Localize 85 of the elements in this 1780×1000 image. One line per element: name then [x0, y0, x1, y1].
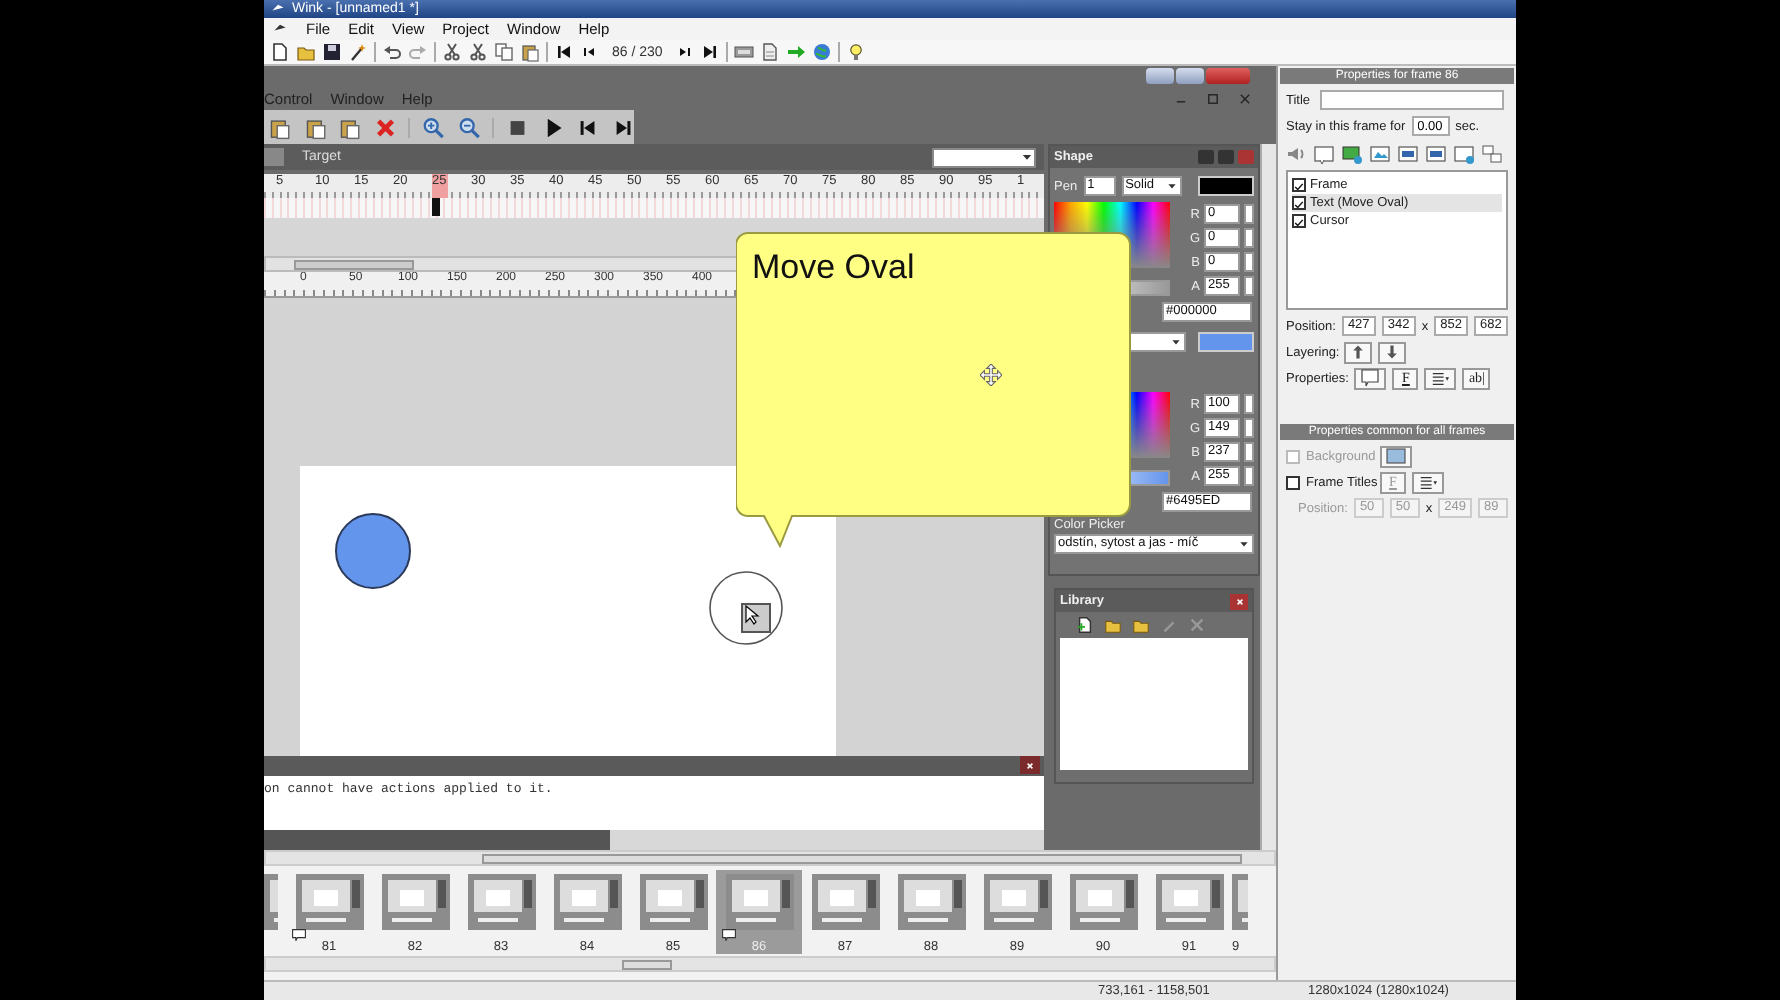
speaker-icon[interactable] [1286, 144, 1306, 164]
image-add-icon[interactable] [1342, 144, 1362, 164]
paste-icon[interactable] [303, 115, 327, 139]
undo-icon[interactable] [382, 42, 402, 62]
checkbox[interactable] [1292, 196, 1306, 210]
document-icon[interactable] [760, 42, 781, 62]
callout-style-button[interactable] [1354, 367, 1387, 389]
down-arrow-icon [1384, 344, 1400, 360]
vertical-scrollbar[interactable] [1260, 144, 1276, 850]
cursor-highlight-drawing[interactable] [708, 570, 784, 646]
wand-icon[interactable] [348, 42, 368, 62]
lightbulb-icon[interactable] [846, 42, 867, 62]
stop-icon[interactable] [506, 115, 530, 139]
zoom-out-icon[interactable] [457, 115, 481, 139]
scissors-icon[interactable] [468, 42, 488, 62]
caret-icon [1170, 336, 1182, 348]
frame-thumbnail[interactable] [1069, 874, 1137, 930]
globe-icon[interactable] [812, 42, 833, 62]
checkbox[interactable] [1286, 475, 1300, 489]
film-icon[interactable] [734, 42, 755, 62]
playhead-marker[interactable] [432, 198, 440, 216]
zoom-in-icon[interactable] [422, 115, 446, 139]
callout-tooltip[interactable] [736, 232, 1131, 547]
frame-thumbnail[interactable] [639, 874, 707, 930]
last-frame-icon[interactable] [700, 42, 721, 62]
title-field[interactable] [1320, 90, 1504, 110]
caret-icon [1020, 150, 1034, 164]
horizontal-scrollbar[interactable] [264, 850, 1276, 866]
frame-thumbnail[interactable] [381, 874, 449, 930]
horizontal-scrollbar[interactable] [264, 956, 1276, 972]
speech-bubble-icon[interactable] [1314, 144, 1334, 164]
delete-icon[interactable] [373, 115, 397, 139]
save-icon[interactable] [322, 42, 342, 62]
checkbox[interactable] [1292, 214, 1306, 228]
frame-thumbnail[interactable] [983, 874, 1051, 930]
image-icon [1386, 446, 1406, 466]
frames-icon[interactable] [1482, 144, 1502, 164]
add-file-icon[interactable] [1076, 615, 1094, 633]
close-button[interactable] [1230, 593, 1248, 609]
align-button[interactable] [1412, 471, 1444, 493]
move-cursor-icon [980, 364, 1002, 386]
paste-icon[interactable] [268, 115, 292, 139]
close-button[interactable] [1020, 756, 1040, 774]
skip-forward-icon[interactable] [611, 115, 635, 139]
close-icon [1024, 759, 1036, 771]
frame-thumbnail[interactable] [1232, 874, 1248, 930]
paste-icon[interactable] [338, 115, 362, 139]
checkbox[interactable] [1292, 178, 1306, 192]
image-icon[interactable] [1370, 144, 1390, 164]
frame-thumbnail[interactable] [467, 874, 535, 930]
close-icon[interactable] [1238, 91, 1252, 105]
target-dropdown[interactable] [932, 147, 1036, 167]
send-backward-button[interactable] [1378, 341, 1406, 363]
frame-thumbnail[interactable] [553, 874, 621, 930]
close-icon [1233, 595, 1245, 607]
link-icon[interactable] [1454, 144, 1474, 164]
restore-icon[interactable] [1206, 91, 1220, 105]
frame-thumbnail[interactable] [264, 874, 278, 930]
bring-forward-button[interactable] [1344, 341, 1372, 363]
first-frame-icon[interactable] [554, 42, 574, 62]
horizontal-scrollbar[interactable] [264, 830, 1044, 850]
copy-icon[interactable] [494, 42, 514, 62]
image-button[interactable] [1380, 445, 1412, 467]
frame-thumbnail[interactable] [725, 874, 793, 930]
callout-text: Move Oval [752, 248, 915, 288]
color-swatch[interactable] [1198, 176, 1254, 196]
caret-icon [1165, 180, 1178, 192]
up-arrow-icon [1350, 344, 1366, 360]
frame-thumbnail[interactable] [897, 874, 965, 930]
frame-thumbnail[interactable] [811, 874, 879, 930]
oval-shape[interactable] [334, 512, 412, 590]
skip-back-icon[interactable] [576, 115, 600, 139]
align-icon [1430, 369, 1451, 387]
speech-bubble-icon [1360, 368, 1381, 388]
frame-thumbnail[interactable] [1155, 874, 1223, 930]
scissors-icon[interactable] [442, 42, 462, 62]
align-button[interactable] [1424, 367, 1457, 389]
color-swatch[interactable] [1198, 332, 1254, 352]
align-icon [1418, 473, 1438, 491]
caret-icon [1238, 538, 1250, 550]
paste-icon[interactable] [520, 42, 540, 62]
arrow-icon[interactable] [786, 42, 807, 62]
previous-frame-icon[interactable] [580, 42, 600, 62]
frame-thumbnail[interactable] [295, 874, 363, 930]
next-frame-icon[interactable] [674, 42, 695, 62]
